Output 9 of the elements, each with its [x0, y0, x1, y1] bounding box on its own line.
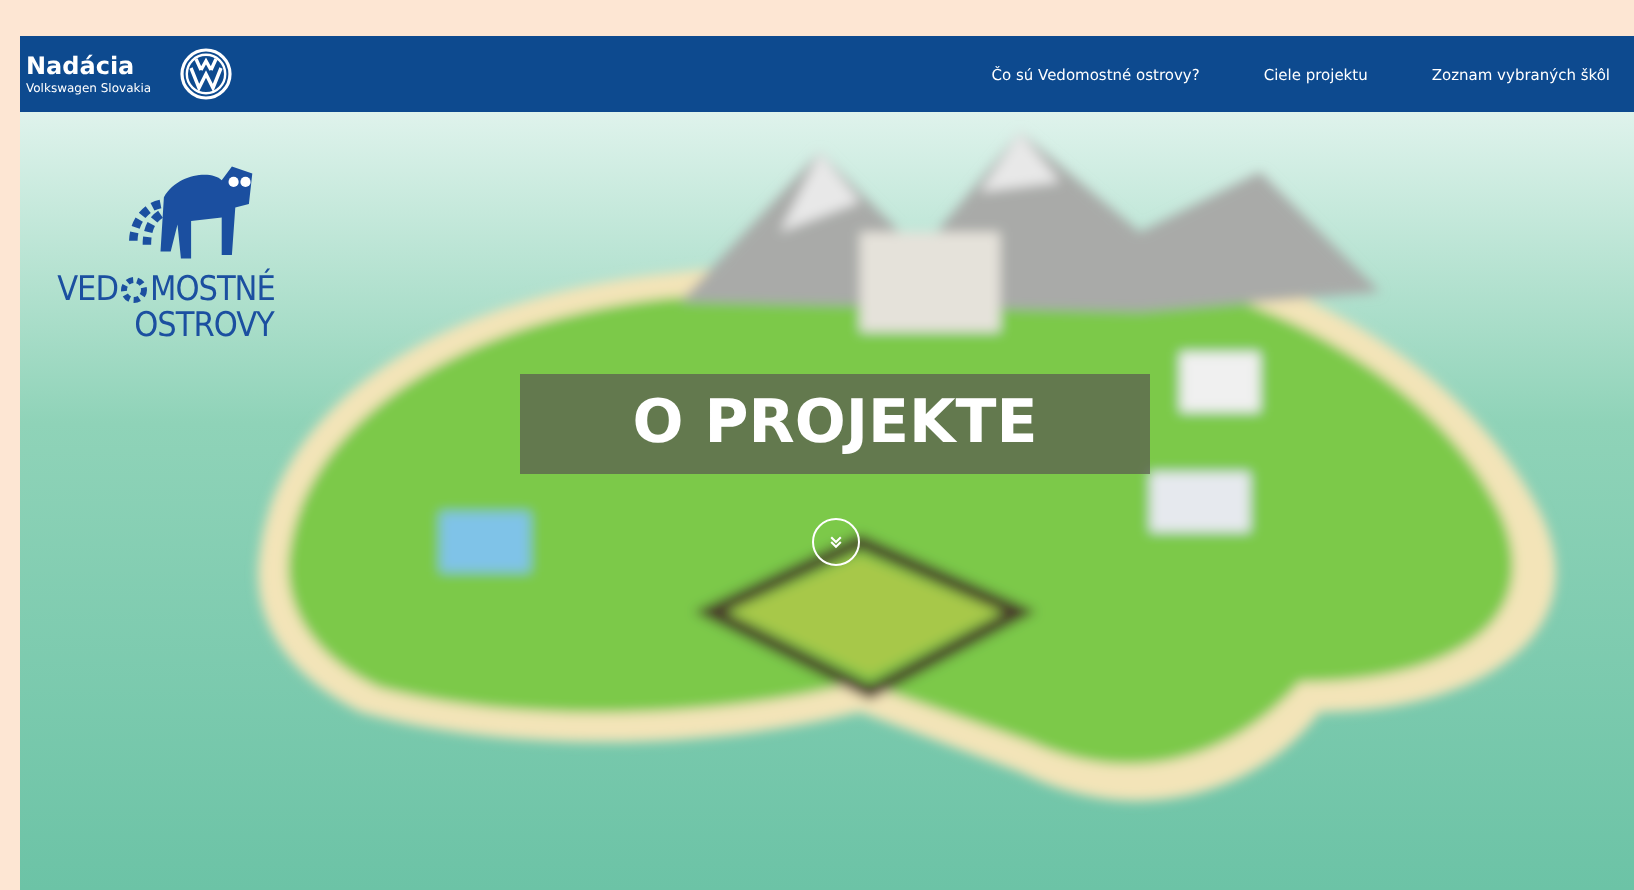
chevron-down-icon: [827, 534, 843, 550]
scroll-down-button[interactable]: [811, 518, 859, 566]
vw-logo-icon: [179, 48, 232, 100]
logo-text: VED: [57, 272, 118, 308]
brand-name: Nadácia: [26, 51, 137, 79]
hero-title: O PROJEKTE: [520, 374, 1150, 474]
logo-text: OSTROVY: [134, 308, 274, 344]
logo-text: MOSTNÉ: [150, 272, 275, 308]
ring-tail-icon: [120, 276, 148, 304]
